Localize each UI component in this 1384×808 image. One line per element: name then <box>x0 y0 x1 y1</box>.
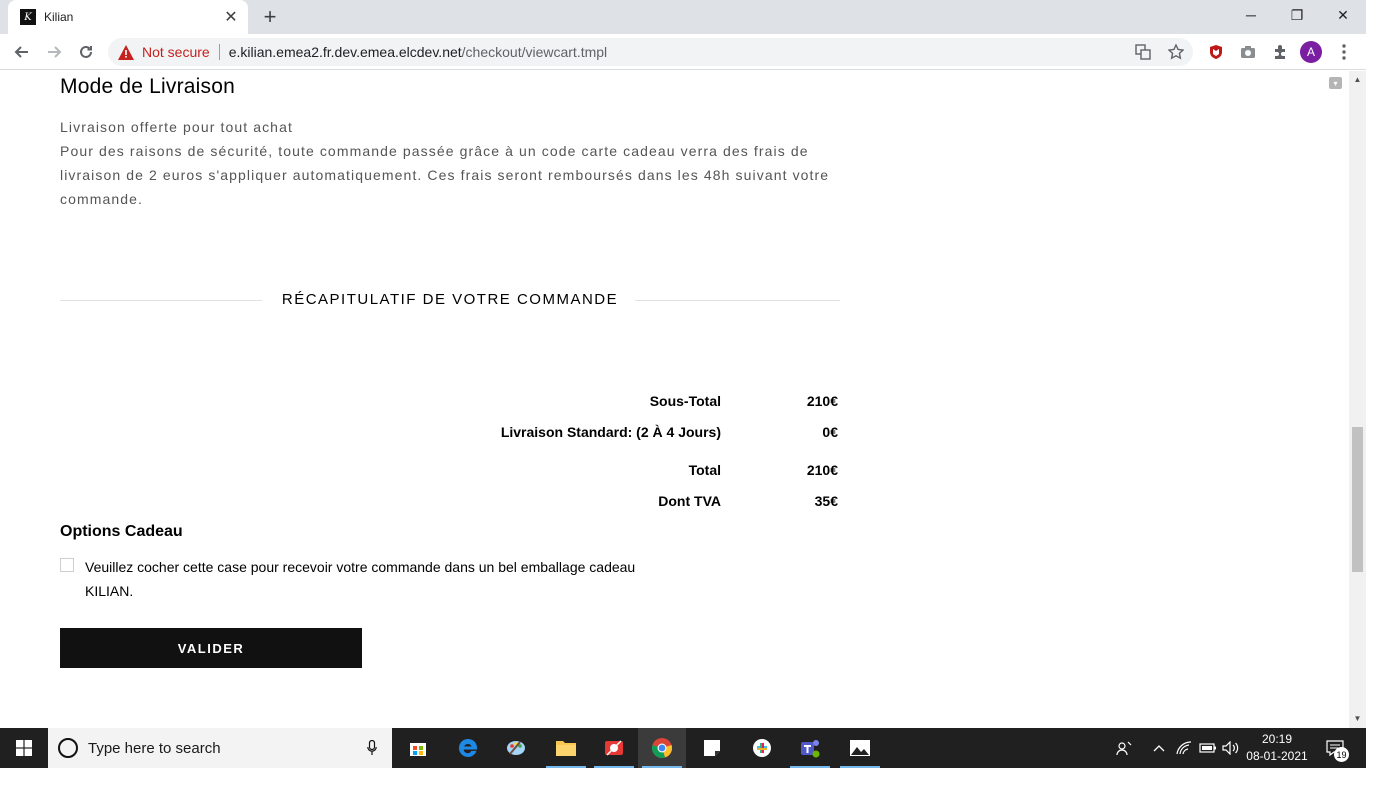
reload-icon[interactable] <box>72 38 100 66</box>
url-path: /checkout/viewcart.tmpl <box>461 44 608 60</box>
paint-app-icon[interactable] <box>492 728 540 768</box>
close-window-button[interactable]: ✕ <box>1320 0 1366 30</box>
url-host: e.kilian.emea2.fr.dev.emea.elcdev.net <box>228 44 462 60</box>
store-app-icon[interactable] <box>394 728 442 768</box>
warning-icon <box>118 44 134 60</box>
windows-taskbar: Type here to search 20:19 08-01-2021 19 <box>0 728 1366 768</box>
translate-icon[interactable] <box>1135 44 1151 60</box>
total-value: 210€ <box>806 462 838 478</box>
summary-header: RÉCAPITULATIF DE VOTRE COMMANDE <box>60 291 840 311</box>
restore-button[interactable]: ❐ <box>1274 0 1320 30</box>
system-clock[interactable]: 20:19 08-01-2021 <box>1242 731 1312 765</box>
summary-title: RÉCAPITULATIF DE VOTRE COMMANDE <box>281 291 619 308</box>
forward-arrow-icon[interactable] <box>40 38 68 66</box>
delivery-free-text: Livraison offerte pour tout achat <box>60 119 293 135</box>
search-placeholder: Type here to search <box>88 739 221 757</box>
mcafee-shield-icon[interactable] <box>1206 42 1226 62</box>
gift-wrap-checkbox[interactable] <box>60 558 74 572</box>
back-arrow-icon[interactable] <box>8 38 36 66</box>
shipping-label: Livraison Standard: (2 À 4 Jours) <box>500 424 721 440</box>
browser-tab-kilian[interactable]: K Kilian ✕ <box>8 0 248 34</box>
teams-app-icon[interactable] <box>786 728 834 768</box>
scroll-up-arrow-icon[interactable]: ▲ <box>1353 75 1362 84</box>
gift-options-heading: Options Cadeau <box>60 523 183 540</box>
taskbar-search[interactable]: Type here to search <box>48 728 392 768</box>
security-status[interactable]: Not secure <box>142 44 210 60</box>
tab-title: Kilian <box>44 10 74 24</box>
browser-tab-bar: K Kilian ✕ + ─ ❐ ✕ <box>0 0 1366 34</box>
scrollbar-thumb[interactable] <box>1352 427 1363 572</box>
extensions-puzzle-icon[interactable] <box>1270 42 1290 62</box>
file-explorer-icon[interactable] <box>542 728 590 768</box>
shipping-value: 0€ <box>822 424 838 440</box>
page-scrollbar[interactable]: ▲ ▼ <box>1349 71 1366 728</box>
gift-wrap-label[interactable]: Veuillez cocher cette case pour recevoir… <box>85 555 685 603</box>
total-label: Total <box>688 462 721 478</box>
chrome-menu-icon[interactable] <box>1334 42 1354 62</box>
photos-app-icon[interactable] <box>836 728 884 768</box>
tab-close-icon[interactable]: ✕ <box>222 8 240 26</box>
windows-start-icon[interactable] <box>0 728 48 768</box>
chevron-up-icon[interactable] <box>1149 738 1169 758</box>
search-icon <box>58 738 78 758</box>
chrome-app-icon[interactable] <box>638 728 686 768</box>
battery-icon[interactable] <box>1198 738 1218 758</box>
vat-value: 35€ <box>814 493 838 509</box>
camera-icon[interactable] <box>1238 42 1258 62</box>
clock-date: 08-01-2021 <box>1246 749 1308 763</box>
subtotal-value: 210€ <box>806 393 838 409</box>
sticky-notes-icon[interactable] <box>688 728 736 768</box>
clock-time: 20:19 <box>1261 732 1293 746</box>
minimize-button[interactable]: ─ <box>1228 0 1274 30</box>
wifi-icon[interactable] <box>1174 738 1194 758</box>
volume-icon[interactable] <box>1221 738 1241 758</box>
slack-app-icon[interactable] <box>738 728 786 768</box>
microphone-icon[interactable] <box>364 740 380 756</box>
snip-app-icon[interactable] <box>590 728 638 768</box>
omnibox-divider <box>218 44 220 60</box>
address-bar[interactable]: Not secure e.kilian.emea2.fr.dev.emea.el… <box>108 38 1193 66</box>
delivery-note-text: Pour des raisons de sécurité, toute comm… <box>60 143 830 207</box>
new-tab-button[interactable]: + <box>258 4 282 29</box>
people-icon[interactable] <box>1114 738 1134 758</box>
submit-button[interactable]: VALIDER <box>60 628 362 668</box>
bookmark-star-icon[interactable] <box>1168 44 1184 60</box>
delivery-heading: Mode de Livraison <box>60 75 235 98</box>
page-viewport: ▾ Mode de Livraison Livraison offerte po… <box>0 71 1349 728</box>
collapse-widget-icon[interactable]: ▾ <box>1329 77 1342 89</box>
notification-count-badge: 19 <box>1334 747 1349 762</box>
browser-toolbar: Not secure e.kilian.emea2.fr.dev.emea.el… <box>0 34 1366 70</box>
vat-label: Dont TVA <box>658 493 721 509</box>
subtotal-label: Sous-Total <box>649 393 721 409</box>
kilian-favicon-icon: K <box>20 9 36 25</box>
edge-app-icon[interactable] <box>444 728 492 768</box>
scroll-down-arrow-icon[interactable]: ▼ <box>1353 714 1362 723</box>
profile-avatar[interactable]: A <box>1300 41 1322 63</box>
